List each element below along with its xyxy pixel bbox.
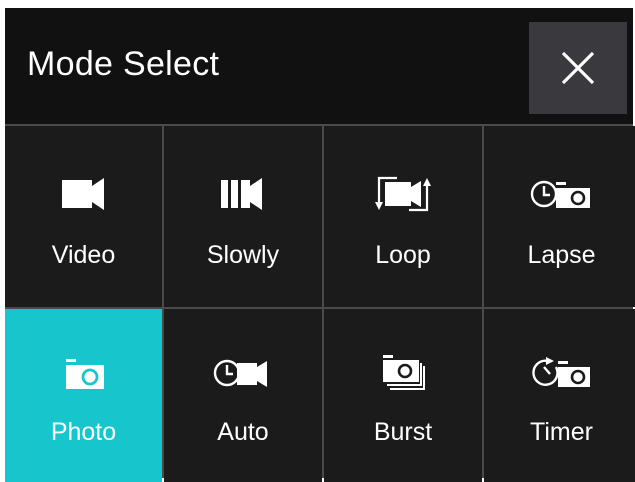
burst-photo-icon <box>383 355 425 390</box>
mode-label: Burst <box>373 418 433 446</box>
video-camera-icon <box>61 178 104 210</box>
page-title: Mode Select <box>27 45 220 83</box>
self-timer-icon <box>531 357 590 387</box>
mode-grid: Video Slowly Loop Lapse Photo Auto Burst… <box>5 124 635 482</box>
mode-slowly[interactable]: Slowly <box>164 126 322 307</box>
photo-camera-icon <box>65 359 104 389</box>
close-icon <box>561 51 595 85</box>
mode-lapse[interactable]: Lapse <box>484 126 635 307</box>
slow-motion-icon <box>221 178 262 210</box>
mode-label: Slowly <box>206 241 280 269</box>
mode-auto[interactable]: Auto <box>164 309 322 482</box>
mode-label: Lapse <box>527 241 596 269</box>
time-lapse-icon <box>530 180 590 208</box>
mode-loop[interactable]: Loop <box>324 126 482 307</box>
mode-burst[interactable]: Burst <box>324 309 482 482</box>
mode-label: Photo <box>50 418 117 446</box>
mode-select-panel: Mode Select Video Slowly Loop Lapse Phot… <box>5 8 635 482</box>
mode-video[interactable]: Video <box>5 126 162 307</box>
auto-capture-icon <box>213 359 267 387</box>
loop-recording-icon <box>375 176 431 212</box>
mode-timer[interactable]: Timer <box>484 309 635 482</box>
mode-label: Loop <box>375 241 431 269</box>
mode-label: Auto <box>217 418 269 446</box>
mode-photo[interactable]: Photo <box>5 309 162 482</box>
mode-label: Video <box>51 241 116 269</box>
header: Mode Select <box>5 8 633 124</box>
close-button[interactable] <box>529 22 627 114</box>
mode-label: Timer <box>530 418 593 446</box>
